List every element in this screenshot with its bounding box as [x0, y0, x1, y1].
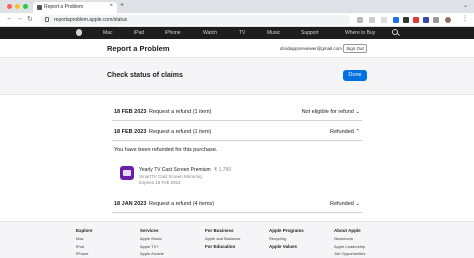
footer-column-programs: Apple Programs Recycling Apple Values — [269, 228, 304, 252]
nav-ipad[interactable]: iPad — [134, 30, 144, 36]
tab-search-icon[interactable]: ⌄ — [463, 2, 468, 9]
browser-tab-bar: Report a Problem × + ⌄ — [0, 0, 474, 13]
app-expiry: Expires 18 Feb 2023 — [139, 180, 181, 185]
footer-heading: Apple Programs — [269, 228, 304, 233]
footer-heading: For Education — [205, 244, 236, 249]
url-text: reportaproblem.apple.com/status — [54, 17, 128, 23]
claim-date: 18 FEB 2023 — [114, 129, 147, 135]
app-developer: SmartTV Cast Screen Mirroring — [139, 174, 202, 179]
claim-status-toggle[interactable]: Not eligible for refund ⌄ — [302, 109, 360, 115]
apple-logo-icon[interactable] — [76, 29, 82, 36]
apple-global-nav: Mac iPad iPhone Watch TV Music Support W… — [0, 27, 474, 39]
claims-header: Check status of claims Done — [0, 58, 474, 95]
claim-row[interactable]: 18 FEB 2023 Request a refund (1 item) Re… — [112, 123, 362, 141]
extension-indigo-icon[interactable] — [423, 17, 429, 23]
footer-link[interactable]: Apple and Business — [205, 236, 240, 241]
profile-avatar-icon[interactable] — [445, 17, 451, 23]
footer-link[interactable]: Job Opportunities — [334, 251, 365, 256]
refund-message: You have been refunded for this purchase… — [114, 147, 218, 153]
extension-dark-icon[interactable] — [403, 17, 409, 23]
tab-title: Report a Problem — [44, 4, 84, 10]
new-tab-icon[interactable]: + — [120, 2, 124, 9]
footer-heading: About Apple — [334, 228, 361, 233]
claims-title: Check status of claims — [107, 72, 183, 79]
close-window-icon[interactable] — [7, 4, 12, 9]
footer-link[interactable]: Recycling — [269, 236, 304, 241]
footer-heading: For Business — [205, 228, 234, 233]
claim-status-toggle[interactable]: Refunded ⌄ — [330, 201, 360, 207]
browser-tab[interactable]: Report a Problem × — [33, 2, 117, 13]
claim-description: Request a refund (4 items) — [149, 201, 215, 207]
nav-iphone[interactable]: iPhone — [165, 30, 181, 36]
footer-link[interactable]: Newsroom — [334, 236, 365, 241]
nav-watch[interactable]: Watch — [203, 30, 217, 36]
extension-icon[interactable] — [381, 17, 387, 23]
page-header: Report a Problem droidappsreviewer@gmail… — [0, 39, 474, 58]
footer-link[interactable]: Apple Leadership — [334, 244, 365, 249]
address-bar-row: ← → ↻ reportaproblem.apple.com/status ⋮ — [0, 13, 474, 27]
nav-where-to-buy[interactable]: Where to Buy — [345, 30, 375, 36]
lock-icon — [45, 17, 49, 22]
claim-date: 18 JAN 2023 — [114, 201, 147, 207]
app-price: ₹ 1,799 — [214, 167, 232, 173]
url-field[interactable]: reportaproblem.apple.com/status — [40, 15, 350, 25]
nav-support[interactable]: Support — [301, 30, 319, 36]
more-menu-icon[interactable]: ⋮ — [462, 15, 468, 22]
footer-heading: Explore — [76, 228, 93, 233]
extension-blue-icon[interactable] — [393, 17, 399, 23]
claim-date: 18 FEB 2023 — [114, 109, 147, 115]
apple-favicon-icon — [37, 5, 42, 10]
nav-mac[interactable]: Mac — [103, 30, 112, 36]
nav-tv[interactable]: TV — [239, 30, 245, 36]
minimize-window-icon[interactable] — [15, 4, 20, 9]
footer-link[interactable]: iPhone — [76, 251, 93, 256]
claim-row[interactable]: 18 JAN 2023 Request a refund (4 items) R… — [112, 195, 362, 213]
claim-status-toggle[interactable]: Refunded ⌃ — [330, 129, 360, 135]
page-title: Report a Problem — [107, 44, 170, 53]
back-icon[interactable]: ← — [6, 15, 13, 22]
claim-description: Request a refund (1 item) — [149, 109, 212, 115]
footer-column-about: About Apple Newsroom Apple Leadership Jo… — [334, 228, 365, 258]
forward-icon[interactable]: → — [16, 15, 23, 22]
claim-description: Request a refund (1 item) — [149, 129, 212, 135]
footer-heading: Services — [140, 228, 159, 233]
bookmark-star-icon[interactable] — [369, 17, 375, 23]
puzzle-icon[interactable] — [433, 17, 439, 23]
footer-link[interactable]: Mac — [76, 236, 93, 241]
footer-link[interactable]: iPad — [76, 244, 93, 249]
app-name: Yearly TV Cast Screen Premium — [139, 167, 211, 173]
close-tab-icon[interactable]: × — [109, 3, 113, 9]
search-icon[interactable] — [392, 29, 398, 35]
nav-music[interactable]: Music — [267, 30, 280, 36]
account-email: droidappsreviewer@gmail.com — [280, 46, 342, 51]
footer-column-explore: Explore Mac iPad iPhone — [76, 228, 93, 258]
maximize-window-icon[interactable] — [23, 4, 28, 9]
footer-column-services: Services Apple Music Apple TV+ Apple Arc… — [140, 228, 164, 258]
footer-column-business: For Business Apple and Business For Educ… — [205, 228, 240, 252]
footer-link[interactable]: Apple Music — [140, 236, 164, 241]
done-button[interactable]: Done — [343, 70, 367, 81]
extension-red-icon[interactable] — [413, 17, 419, 23]
footer-link[interactable]: Apple TV+ — [140, 244, 164, 249]
site-footer: Explore Mac iPad iPhone Services Apple M… — [0, 221, 474, 258]
reload-icon[interactable]: ↻ — [27, 15, 33, 23]
claim-row[interactable]: 18 FEB 2023 Request a refund (1 item) No… — [112, 103, 362, 121]
footer-heading: Apple Values — [269, 244, 298, 249]
app-tv-cast-icon — [120, 166, 134, 180]
sign-out-button[interactable]: Sign Out — [343, 44, 367, 53]
footer-link[interactable]: Apple Arcade — [140, 251, 164, 256]
share-icon[interactable] — [357, 17, 363, 23]
